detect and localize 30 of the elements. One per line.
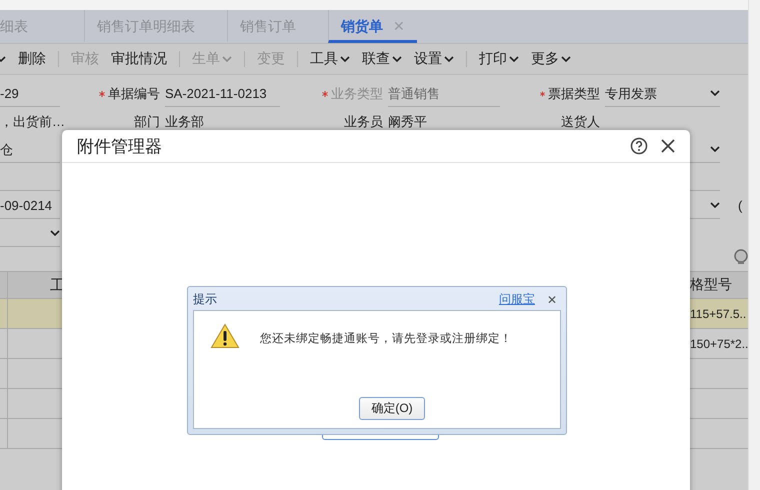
table-cell: 150+75*2..	[690, 336, 748, 350]
field-label: 单据编号	[108, 85, 160, 103]
column-header[interactable]: 格型号	[690, 276, 732, 294]
field-value: (	[738, 197, 744, 215]
toolbar-button[interactable]: 删除	[18, 50, 46, 68]
input-field[interactable]: 专用发票	[605, 81, 720, 107]
input-field[interactable]: 仓	[0, 137, 60, 163]
toolbar-button[interactable]: 打印	[479, 50, 519, 68]
field-value: 阚秀平	[388, 112, 428, 130]
close-button[interactable]: ✕	[542, 292, 561, 306]
input-field[interactable]: -09-0214	[0, 193, 60, 219]
field-label: 部门	[134, 113, 160, 131]
alert-title: 提示	[193, 291, 218, 308]
field-label: 送货人	[561, 113, 600, 131]
alert-message: 您还未绑定畅捷通账号，请先登录或注册绑定！	[260, 331, 512, 346]
toolbar-button[interactable]: 更多	[531, 50, 571, 68]
field-label: 票据类型	[548, 85, 600, 103]
toolbar-button[interactable]: 联查	[362, 50, 402, 68]
help-link[interactable]: 问服宝	[498, 291, 535, 308]
toolbar-button[interactable]: 设置	[414, 50, 454, 68]
toolbar-button[interactable]: 审批情况	[111, 50, 167, 68]
ok-button[interactable]: 确定(O)	[359, 397, 425, 420]
input-field[interactable]: SA-2021-11-0213	[165, 81, 280, 107]
input-field[interactable]: -29	[0, 81, 60, 107]
field-label: 业务员	[344, 113, 383, 131]
field-value: 业务部	[165, 112, 205, 130]
field-label: 业务类型	[331, 85, 383, 103]
toolbar-button[interactable]: 工具	[310, 50, 350, 68]
dialog-title: 附件管理器	[77, 136, 163, 158]
table-cell: 115+57.5..	[690, 306, 746, 320]
